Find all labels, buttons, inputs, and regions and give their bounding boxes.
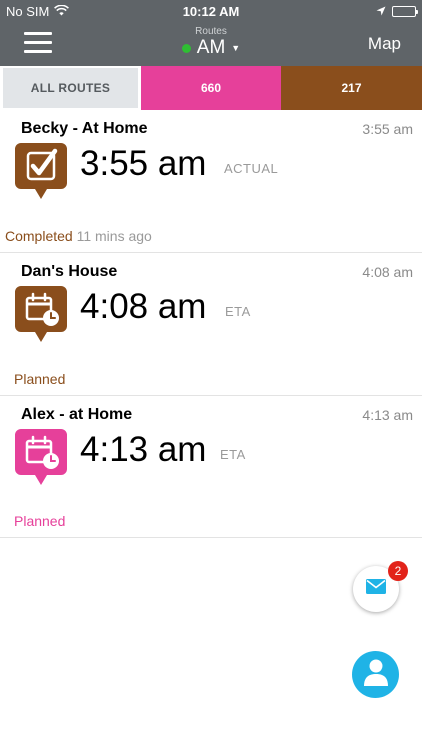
- stop-scheduled-time: 4:13 am: [362, 407, 413, 423]
- stop-status: Planned: [14, 513, 65, 529]
- status-time: 10:12 AM: [182, 4, 240, 19]
- route-picker[interactable]: Routes AM ▼: [0, 26, 422, 59]
- stop-status-label: Completed: [5, 228, 73, 244]
- route-tabs: ALL ROUTES 660 217: [0, 66, 422, 110]
- stop-name: Dan's House: [21, 263, 118, 280]
- tab-route-217[interactable]: 217: [281, 66, 422, 110]
- stop-status-label: Planned: [14, 513, 66, 529]
- stop-name: Becky - At Home: [21, 120, 148, 137]
- status-right: [376, 4, 418, 19]
- route-value-label: AM: [196, 37, 226, 58]
- stop-status: Planned: [14, 371, 65, 387]
- person-icon: [363, 658, 389, 691]
- stop-time: 4:13 am: [80, 430, 207, 469]
- stop-time: 3:55 am: [80, 144, 207, 183]
- unread-badge: 2: [388, 561, 408, 581]
- checkmark-icon: [15, 143, 67, 199]
- stop-scheduled-time: 3:55 am: [362, 121, 413, 137]
- stop-time: 4:08 am: [80, 287, 207, 326]
- tab-route-660[interactable]: 660: [141, 66, 281, 110]
- stop-item[interactable]: Alex - at Home 4:13 am 4:13 am ETA Plann…: [0, 396, 422, 538]
- location-arrow-icon: [376, 4, 386, 19]
- stop-status: Completed 11 mins ago: [5, 228, 152, 244]
- route-status-dot: [181, 43, 191, 53]
- stop-time-kind: ETA: [225, 304, 251, 319]
- stop-scheduled-time: 4:08 am: [362, 264, 413, 280]
- envelope-icon: [366, 579, 386, 599]
- stop-status-label: Planned: [14, 371, 66, 387]
- battery-icon: [392, 6, 418, 17]
- profile-button[interactable]: [352, 651, 399, 698]
- stop-item[interactable]: Dan's House 4:08 am 4:08 am ETA Planned: [0, 253, 422, 396]
- stop-status-detail: 11 mins ago: [76, 228, 152, 244]
- tab-all-routes[interactable]: ALL ROUTES: [0, 66, 141, 110]
- route-caption: Routes: [195, 26, 227, 37]
- caret-down-icon: ▼: [231, 43, 241, 53]
- tab-all-routes-label: ALL ROUTES: [3, 68, 138, 108]
- map-button[interactable]: Map: [368, 34, 401, 54]
- calendar-clock-icon: [15, 429, 67, 485]
- status-bar: No SIM 10:12 AM: [0, 0, 422, 22]
- stop-time-kind: ETA: [220, 447, 246, 462]
- nav-bar: Routes AM ▼ Map: [0, 22, 422, 66]
- route-value: AM ▼: [181, 37, 241, 59]
- messages-button[interactable]: 2: [353, 561, 408, 612]
- stop-time-kind: ACTUAL: [224, 161, 279, 176]
- stop-name: Alex - at Home: [21, 406, 133, 423]
- app-header: No SIM 10:12 AM Routes AM ▼ Map: [0, 0, 422, 66]
- calendar-clock-icon: [15, 286, 67, 342]
- stop-item[interactable]: Becky - At Home 3:55 am 3:55 am ACTUAL C…: [0, 110, 422, 253]
